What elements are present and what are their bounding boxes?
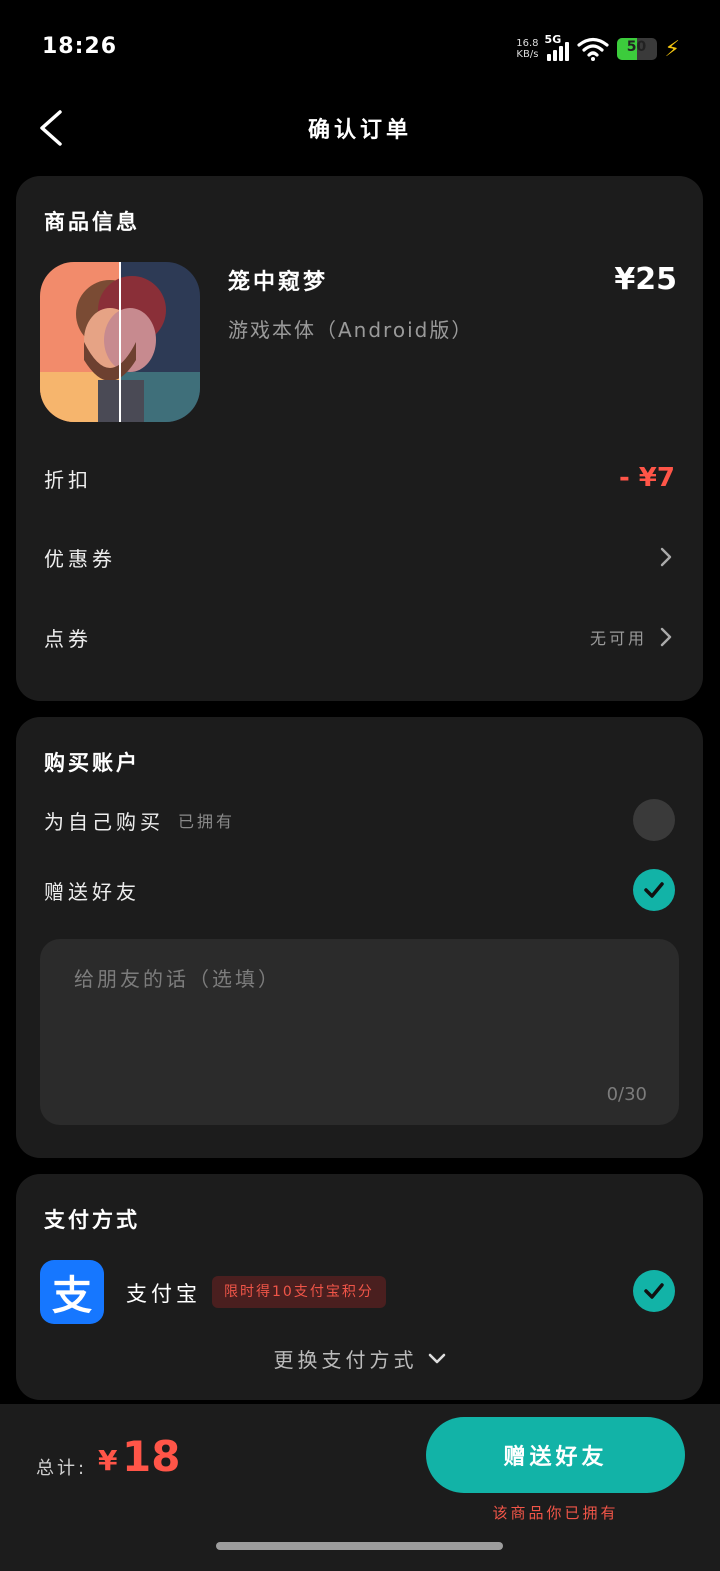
charging-icon: ⚡ bbox=[664, 36, 680, 62]
battery-icon: 50 bbox=[616, 38, 657, 60]
payment-section-title: 支付方式 bbox=[44, 1208, 140, 1232]
signal-bar bbox=[552, 50, 557, 61]
cellular-signal-icon: 5G bbox=[545, 33, 569, 61]
status-icons: 16.8 KB/s 5G 50 ⚡ bbox=[516, 33, 680, 64]
total-currency: ¥ bbox=[98, 1444, 118, 1477]
self-purchase-label: 为自己购买 bbox=[44, 809, 164, 834]
gift-friend-button[interactable]: 赠送好友 bbox=[426, 1417, 685, 1493]
payment-promo-badge: 限时得10支付宝积分 bbox=[212, 1276, 386, 1308]
coupon-row[interactable]: 优惠券 bbox=[44, 537, 675, 577]
network-speed: 16.8 KB/s bbox=[516, 38, 538, 60]
payment-method-card: 支付方式 支 支付宝 限时得10支付宝积分 更换支付方式 bbox=[16, 1174, 703, 1400]
gift-friend-radio[interactable] bbox=[633, 869, 675, 911]
alipay-icon: 支 bbox=[40, 1260, 104, 1324]
message-char-count: 0/30 bbox=[606, 1084, 647, 1105]
game-cover-icon bbox=[40, 262, 200, 422]
alipay-radio[interactable] bbox=[633, 1270, 675, 1312]
self-purchase-option[interactable]: 为自己购买 已拥有 bbox=[44, 799, 675, 841]
gift-message-input[interactable]: 给朋友的话（选填） 0/30 bbox=[40, 939, 679, 1125]
discount-label: 折扣 bbox=[44, 467, 92, 492]
gift-friend-option[interactable]: 赠送好友 bbox=[44, 869, 675, 911]
owned-tag: 已拥有 bbox=[178, 812, 236, 831]
points-value: 无可用 bbox=[589, 629, 647, 648]
owned-notice: 该商品你已拥有 bbox=[492, 1504, 619, 1522]
product-info-card: 商品信息 笼中窥梦 游戏本体（Android版） ¥25 折扣 - ¥7 优惠券 bbox=[16, 176, 703, 701]
battery-level: 50 bbox=[626, 39, 647, 55]
discount-row: 折扣 - ¥7 bbox=[44, 458, 675, 498]
nav-bar: 确认订单 bbox=[0, 90, 720, 166]
product-name: 笼中窥梦 bbox=[228, 270, 329, 295]
self-purchase-radio[interactable] bbox=[633, 799, 675, 841]
network-type: 5G bbox=[544, 33, 562, 46]
chevron-right-icon bbox=[660, 547, 672, 567]
product-price: ¥25 bbox=[614, 262, 677, 297]
change-payment-method-button[interactable]: 更换支付方式 bbox=[16, 1344, 703, 1373]
net-speed-value: 16.8 bbox=[516, 38, 539, 49]
check-icon bbox=[644, 1283, 664, 1299]
points-label: 点券 bbox=[44, 626, 92, 651]
discount-value: - ¥7 bbox=[618, 463, 675, 493]
account-section-title: 购买账户 bbox=[44, 751, 140, 775]
signal-bar bbox=[546, 54, 551, 61]
purchase-account-card: 购买账户 为自己购买 已拥有 赠送好友 给朋友的话（选填） 0/30 bbox=[16, 717, 703, 1158]
product-section-title: 商品信息 bbox=[44, 210, 140, 234]
gift-friend-label: 赠送好友 bbox=[44, 879, 140, 904]
chevron-down-icon bbox=[428, 1353, 445, 1363]
signal-bar bbox=[564, 42, 569, 61]
page-title: 确认订单 bbox=[307, 118, 412, 143]
home-indicator[interactable] bbox=[216, 1542, 503, 1550]
chevron-right-icon bbox=[660, 627, 672, 647]
total-price: 18 bbox=[122, 1432, 181, 1481]
wifi-icon bbox=[576, 37, 609, 61]
coupon-label: 优惠券 bbox=[44, 546, 116, 571]
payment-method-name: 支付宝 bbox=[126, 1282, 201, 1306]
product-image[interactable] bbox=[40, 262, 200, 422]
change-payment-label: 更换支付方式 bbox=[273, 1348, 418, 1372]
points-row[interactable]: 点券 无可用 bbox=[44, 617, 675, 657]
signal-bar bbox=[558, 46, 563, 61]
product-edition: 游戏本体（Android版） bbox=[228, 318, 474, 342]
status-time: 18:26 bbox=[42, 34, 118, 59]
total-label: 总计: bbox=[36, 1458, 88, 1479]
status-bar: 18:26 16.8 KB/s 5G 50 ⚡ bbox=[0, 0, 720, 90]
check-icon bbox=[644, 882, 664, 898]
message-placeholder: 给朋友的话（选填） bbox=[74, 967, 281, 991]
net-speed-unit: KB/s bbox=[516, 49, 539, 60]
